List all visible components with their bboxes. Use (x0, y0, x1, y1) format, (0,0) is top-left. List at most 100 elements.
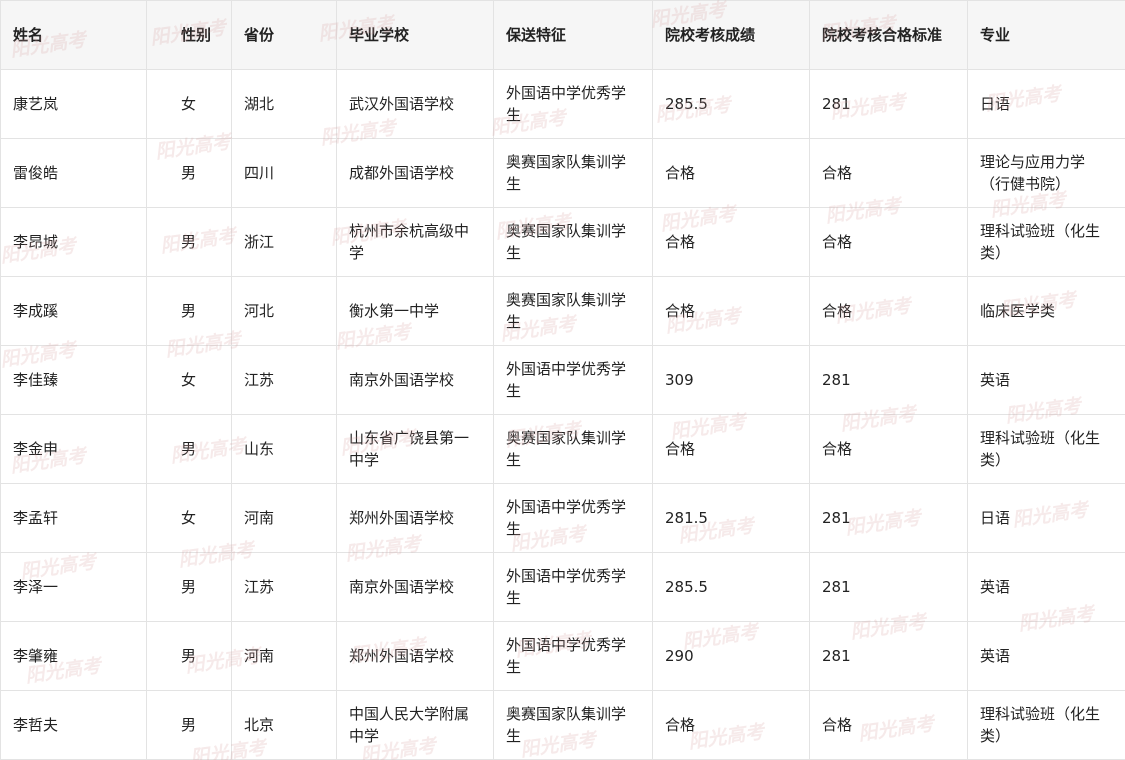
cell-gender: 男 (146, 138, 232, 208)
cell-school: 南京外国语学校 (336, 345, 494, 415)
table-row: 李成蹊男河北 衡水第一中学 奥赛国家队集训学生 合格 合格 临床医学类 (0, 276, 1125, 346)
table-row: 李泽一男江苏 南京外国语学校 外国语中学优秀学生 285.5 281 英语 (0, 552, 1125, 622)
cell-gender: 女 (146, 483, 232, 553)
cell-province: 四川 (231, 138, 337, 208)
header-province: 省份 (231, 0, 337, 70)
cell-exam-score: 合格 (652, 690, 810, 760)
table-row: 李孟轩女河南 郑州外国语学校 外国语中学优秀学生 281.5 281 日语 (0, 483, 1125, 553)
cell-major: 英语 (967, 621, 1125, 691)
table-row: 雷俊皓男四川 成都外国语学校 奥赛国家队集训学生 合格 合格 理论与应用力学（行健书院） (0, 138, 1125, 208)
cell-school: 郑州外国语学校 (336, 483, 494, 553)
cell-school: 杭州市余杭高级中学 (336, 207, 494, 277)
cell-school: 山东省广饶县第一中学 (336, 414, 494, 484)
header-exam-score: 院校考核成绩 (652, 0, 810, 70)
cell-name: 李佳臻 (0, 345, 147, 415)
cell-province: 江苏 (231, 552, 337, 622)
cell-exam-score: 合格 (652, 207, 810, 277)
cell-exam-score: 285.5 (652, 552, 810, 622)
table-row: 李金申男山东 山东省广饶县第一中学 奥赛国家队集训学生 合格 合格 理科试验班（化生类） (0, 414, 1125, 484)
cell-admission-type: 奥赛国家队集训学生 (493, 414, 653, 484)
cell-gender: 女 (146, 69, 232, 139)
cell-name: 雷俊皓 (0, 138, 147, 208)
cell-province: 浙江 (231, 207, 337, 277)
cell-exam-score: 285.5 (652, 69, 810, 139)
cell-admission-type: 奥赛国家队集训学生 (493, 276, 653, 346)
cell-major: 日语 (967, 69, 1125, 139)
cell-major: 理科试验班（化生类） (967, 690, 1125, 760)
cell-school: 郑州外国语学校 (336, 621, 494, 691)
cell-gender: 男 (146, 414, 232, 484)
cell-admission-type: 外国语中学优秀学生 (493, 69, 653, 139)
cell-school: 武汉外国语学校 (336, 69, 494, 139)
cell-school: 成都外国语学校 (336, 138, 494, 208)
cell-province: 北京 (231, 690, 337, 760)
cell-admission-type: 奥赛国家队集训学生 (493, 690, 653, 760)
cell-pass-standard: 合格 (809, 414, 968, 484)
table-row: 李佳臻女江苏 南京外国语学校 外国语中学优秀学生 309 281 英语 (0, 345, 1125, 415)
table-row: 李哲夫男北京 中国人民大学附属中学 奥赛国家队集训学生 合格 合格 理科试验班（化生类） (0, 690, 1125, 760)
cell-exam-score: 合格 (652, 138, 810, 208)
cell-name: 李成蹊 (0, 276, 147, 346)
cell-exam-score: 合格 (652, 276, 810, 346)
table-row: 李肇雍男河南 郑州外国语学校 外国语中学优秀学生 290 281 英语 (0, 621, 1125, 691)
header-gender: 性别 (146, 0, 232, 70)
cell-exam-score: 309 (652, 345, 810, 415)
cell-pass-standard: 281 (809, 621, 968, 691)
cell-admission-type: 外国语中学优秀学生 (493, 552, 653, 622)
cell-province: 河北 (231, 276, 337, 346)
cell-exam-score: 290 (652, 621, 810, 691)
cell-major: 临床医学类 (967, 276, 1125, 346)
cell-gender: 男 (146, 552, 232, 622)
cell-name: 李金申 (0, 414, 147, 484)
cell-major: 理科试验班（化生类） (967, 207, 1125, 277)
cell-province: 江苏 (231, 345, 337, 415)
cell-pass-standard: 合格 (809, 207, 968, 277)
cell-major: 英语 (967, 345, 1125, 415)
cell-pass-standard: 合格 (809, 276, 968, 346)
cell-gender: 男 (146, 207, 232, 277)
cell-name: 康艺岚 (0, 69, 147, 139)
cell-name: 李肇雍 (0, 621, 147, 691)
cell-pass-standard: 合格 (809, 690, 968, 760)
cell-name: 李泽一 (0, 552, 147, 622)
cell-admission-type: 外国语中学优秀学生 (493, 483, 653, 553)
cell-province: 湖北 (231, 69, 337, 139)
cell-school: 南京外国语学校 (336, 552, 494, 622)
table-row: 李昂城男浙江 杭州市余杭高级中学 奥赛国家队集训学生 合格 合格 理科试验班（化生类） (0, 207, 1125, 277)
cell-pass-standard: 281 (809, 483, 968, 553)
cell-gender: 男 (146, 621, 232, 691)
cell-school: 中国人民大学附属中学 (336, 690, 494, 760)
cell-admission-type: 奥赛国家队集训学生 (493, 207, 653, 277)
cell-gender: 男 (146, 690, 232, 760)
cell-school: 衡水第一中学 (336, 276, 494, 346)
cell-exam-score: 合格 (652, 414, 810, 484)
cell-major: 英语 (967, 552, 1125, 622)
cell-admission-type: 奥赛国家队集训学生 (493, 138, 653, 208)
cell-province: 河南 (231, 483, 337, 553)
cell-gender: 男 (146, 276, 232, 346)
cell-pass-standard: 281 (809, 69, 968, 139)
cell-admission-type: 外国语中学优秀学生 (493, 621, 653, 691)
cell-province: 山东 (231, 414, 337, 484)
cell-name: 李哲夫 (0, 690, 147, 760)
cell-gender: 女 (146, 345, 232, 415)
cell-admission-type: 外国语中学优秀学生 (493, 345, 653, 415)
table-row: 康艺岚女湖北 武汉外国语学校 外国语中学优秀学生 285.5 281 日语 (0, 69, 1125, 139)
header-pass-standard: 院校考核合格标准 (809, 0, 968, 70)
header-admission-type: 保送特征 (493, 0, 653, 70)
cell-province: 河南 (231, 621, 337, 691)
cell-pass-standard: 281 (809, 552, 968, 622)
table-header-row: 姓名 性别 省份 毕业学校 保送特征 院校考核成绩 院校考核合格标准 专业 (0, 0, 1125, 70)
cell-exam-score: 281.5 (652, 483, 810, 553)
header-name: 姓名 (0, 0, 147, 70)
header-school: 毕业学校 (336, 0, 494, 70)
cell-name: 李昂城 (0, 207, 147, 277)
cell-pass-standard: 281 (809, 345, 968, 415)
cell-name: 李孟轩 (0, 483, 147, 553)
admission-table: 姓名 性别 省份 毕业学校 保送特征 院校考核成绩 院校考核合格标准 专业 康艺… (0, 0, 1125, 760)
cell-pass-standard: 合格 (809, 138, 968, 208)
cell-major: 日语 (967, 483, 1125, 553)
header-major: 专业 (967, 0, 1125, 70)
cell-major: 理论与应用力学（行健书院） (967, 138, 1125, 208)
cell-major: 理科试验班（化生类） (967, 414, 1125, 484)
